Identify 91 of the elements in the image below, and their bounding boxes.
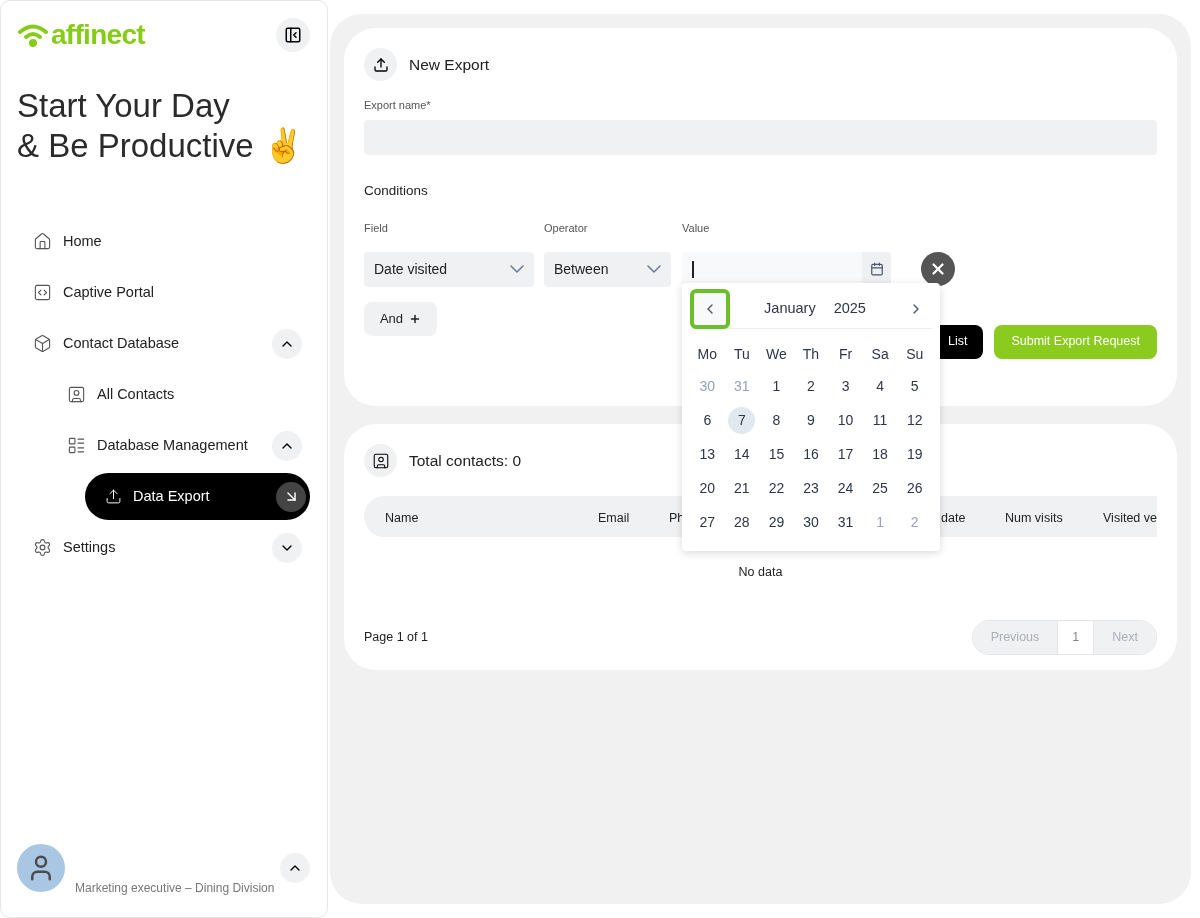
previous-month-button[interactable]	[690, 288, 730, 329]
plus-icon	[409, 312, 422, 325]
column-header: date	[941, 510, 966, 525]
weekday-label: Mo	[697, 344, 717, 364]
weekday-label: Th	[802, 344, 820, 364]
page-info: Page 1 of 1	[364, 628, 428, 646]
calendar-day[interactable]: 30	[797, 508, 825, 536]
calendar-day[interactable]: 3	[832, 372, 860, 400]
weekday-label: We	[766, 344, 787, 364]
calendar-day[interactable]: 4	[866, 372, 894, 400]
logo-text: affinect	[51, 21, 145, 49]
operator-select[interactable]: Between	[544, 251, 671, 287]
headline: & Be Productive ✌	[17, 126, 304, 166]
nav-label: Data Export	[133, 486, 210, 506]
upload-icon	[105, 488, 122, 505]
weekday-label: Sa	[871, 344, 889, 364]
section-title: Conditions	[364, 181, 428, 200]
home-icon	[33, 232, 52, 251]
calendar-day[interactable]: 2	[797, 372, 825, 400]
expand-toggle[interactable]	[272, 430, 302, 461]
calendar-day[interactable]: 14	[728, 440, 756, 468]
expand-toggle[interactable]	[272, 328, 302, 359]
calendar-icon	[869, 262, 884, 277]
headline: Start Your Day	[17, 86, 230, 126]
field-select[interactable]: Date visited	[364, 251, 534, 287]
empty-message: No data	[738, 564, 783, 581]
nav-label[interactable]: Home	[63, 230, 102, 253]
column-label: Operator	[544, 221, 588, 234]
column-header: Num visits	[1005, 510, 1063, 525]
calendar-day[interactable]: 18	[866, 440, 894, 468]
calendar-day[interactable]: 8	[762, 406, 790, 434]
user-menu-toggle[interactable]	[280, 853, 310, 883]
user-role: Marketing executive – Dining Division	[75, 880, 275, 897]
calendar-day[interactable]: 16	[797, 440, 825, 468]
chevron-down-icon	[647, 265, 661, 274]
calendar-day[interactable]: 17	[832, 440, 860, 468]
upload-icon	[372, 56, 389, 73]
column-label: Field	[364, 221, 388, 234]
calendar-day[interactable]: 26	[901, 474, 929, 502]
card-title: New Export	[409, 54, 490, 75]
column-header: Visited ve	[1103, 510, 1157, 525]
nav-label[interactable]: Contact Database	[63, 332, 180, 355]
calendar-day[interactable]: 11	[866, 406, 894, 434]
panel-icon	[284, 26, 302, 44]
calendar-day[interactable]: 1	[762, 372, 790, 400]
cube-icon	[33, 334, 52, 353]
weekday-label: Tu	[733, 344, 750, 364]
year-label[interactable]: 2025	[833, 297, 866, 320]
calendar-day[interactable]: 25	[866, 474, 894, 502]
and-button[interactable]: And	[364, 301, 437, 336]
field-label: Export name*	[364, 98, 431, 113]
calendar-day[interactable]: 24	[832, 474, 860, 502]
calendar-day[interactable]: 10	[832, 406, 860, 434]
weekday-label: Fr	[838, 344, 853, 364]
column-label: Value	[682, 221, 710, 234]
calendar-day[interactable]: 23	[797, 474, 825, 502]
calendar-day[interactable]: 13	[693, 440, 721, 468]
calendar-day[interactable]: 21	[728, 474, 756, 502]
column-header: Email	[598, 510, 630, 525]
nav-label[interactable]: Captive Portal	[63, 281, 155, 304]
code-icon	[33, 283, 52, 302]
calendar-day[interactable]: 20	[693, 474, 721, 502]
settings-icon	[33, 538, 52, 557]
calendar-day[interactable]: 6	[693, 406, 721, 434]
arrow-button[interactable]	[276, 481, 306, 512]
contact-icon	[371, 451, 390, 470]
month-label[interactable]: January	[764, 297, 816, 320]
nav-label[interactable]: Settings	[63, 536, 116, 559]
nav-item-active[interactable]: Data Export	[85, 473, 310, 520]
calendar-day[interactable]: 28	[728, 508, 756, 536]
logo-icon	[17, 22, 49, 48]
contact-icon	[67, 385, 86, 404]
collapse-sidebar-button[interactable]	[276, 18, 310, 52]
calendar-day[interactable]: 27	[693, 508, 721, 536]
calendar-day[interactable]: 22	[762, 474, 790, 502]
calendar-day[interactable]: 12	[901, 406, 929, 434]
calendar-day[interactable]: 29	[762, 508, 790, 536]
list-icon	[67, 436, 86, 455]
column-header: Name	[385, 510, 419, 525]
calendar-day[interactable]: 9	[797, 406, 825, 434]
calendar-day[interactable]: 5	[901, 372, 929, 400]
nav-label[interactable]: Database Management	[97, 434, 248, 457]
calendar-day[interactable]: 19	[901, 440, 929, 468]
calendar-day[interactable]: 7	[728, 406, 756, 434]
calendar-day[interactable]: 31	[832, 508, 860, 536]
calendar-day[interactable]: 15	[762, 440, 790, 468]
chevron-down-icon	[510, 265, 524, 274]
expand-toggle[interactable]	[272, 532, 302, 563]
remove-condition-button[interactable]	[921, 252, 955, 287]
card-title: Total contacts: 0	[409, 450, 521, 471]
nav-label[interactable]: All Contacts	[97, 383, 175, 406]
